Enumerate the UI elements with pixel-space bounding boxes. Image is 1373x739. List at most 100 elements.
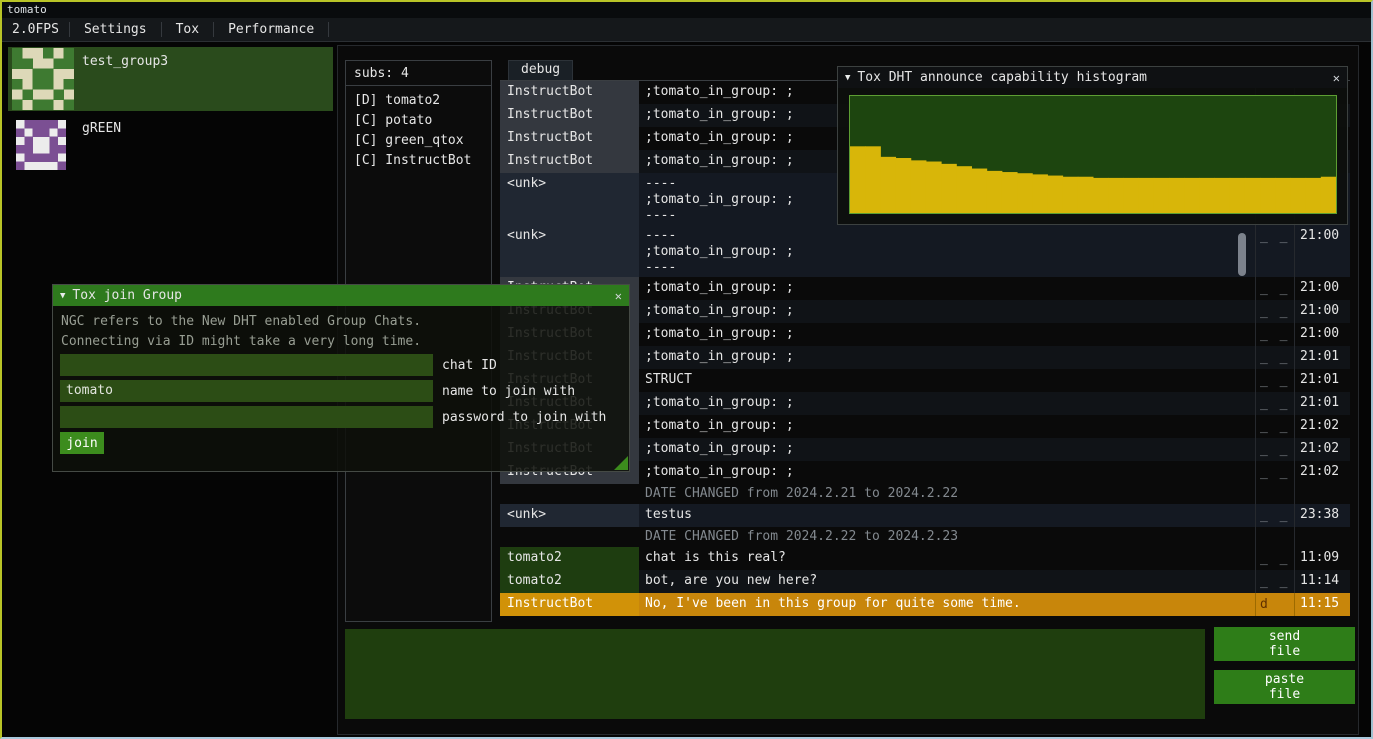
message-sender: InstructBot bbox=[500, 81, 639, 104]
group-name: test_group3 bbox=[82, 54, 168, 69]
menubar: 2.0FPS Settings Tox Performance bbox=[2, 18, 1371, 42]
chat-id-input[interactable] bbox=[60, 354, 433, 376]
message-text: ;tomato_in_group: ; bbox=[639, 323, 1255, 346]
menu-settings[interactable]: Settings bbox=[70, 18, 161, 41]
member-list-item[interactable]: [D] tomato2 bbox=[346, 91, 491, 111]
menu-tox[interactable]: Tox bbox=[162, 18, 213, 41]
message-sender: tomato2 bbox=[500, 547, 639, 570]
message-timestamp: 21:02 bbox=[1294, 461, 1350, 484]
menu-performance[interactable]: Performance bbox=[214, 18, 328, 41]
message-text: ;tomato_in_group: ; bbox=[639, 461, 1255, 484]
message-timestamp bbox=[1294, 527, 1350, 547]
tab-debug[interactable]: debug bbox=[508, 60, 573, 80]
message-text: No, I've been in this group for quite so… bbox=[639, 593, 1255, 616]
message-status-flags: _ _ bbox=[1255, 461, 1294, 484]
message-sender: InstructBot bbox=[500, 150, 639, 173]
message-status-flags: _ _ bbox=[1255, 504, 1294, 527]
message-status-flags: _ _ bbox=[1255, 300, 1294, 323]
join-description-line2: Connecting via ID might take a very long… bbox=[61, 334, 421, 349]
message-text: ;tomato_in_group: ; bbox=[639, 300, 1255, 323]
message-input[interactable] bbox=[345, 629, 1205, 719]
member-list: [D] tomato2[C] potato[C] green_qtox[C] I… bbox=[346, 86, 491, 176]
message-sender: tomato2 bbox=[500, 570, 639, 593]
join-button[interactable]: join bbox=[60, 432, 104, 454]
window-titlebar[interactable]: tomato bbox=[2, 2, 1371, 18]
message-text: ;tomato_in_group: ; bbox=[639, 346, 1255, 369]
window-title: tomato bbox=[7, 3, 47, 16]
histogram-chart bbox=[850, 96, 1336, 213]
app-window: tomato 2.0FPS Settings Tox Performance t… bbox=[0, 0, 1373, 739]
message-timestamp: 11:14 bbox=[1294, 570, 1350, 593]
message-text: testus bbox=[639, 504, 1255, 527]
message-timestamp: 21:00 bbox=[1294, 225, 1350, 277]
message-text: bot, are you new here? bbox=[639, 570, 1255, 593]
message-status-flags: _ _ bbox=[1255, 415, 1294, 438]
collapse-arrow-icon[interactable]: ▼ bbox=[845, 73, 850, 83]
message-timestamp: 21:00 bbox=[1294, 277, 1350, 300]
histogram-window: ▼ Tox DHT announce capability histogram … bbox=[837, 66, 1348, 225]
message-text: ;tomato_in_group: ; bbox=[639, 415, 1255, 438]
member-list-item[interactable]: [C] InstructBot bbox=[346, 151, 491, 171]
members-header: subs: 4 bbox=[346, 61, 491, 86]
member-list-item[interactable]: [C] green_qtox bbox=[346, 131, 491, 151]
message-status-flags bbox=[1255, 484, 1294, 504]
message-sender: InstructBot bbox=[500, 104, 639, 127]
close-icon[interactable]: ✕ bbox=[1333, 71, 1340, 85]
message-timestamp: 21:00 bbox=[1294, 300, 1350, 323]
resize-grip[interactable] bbox=[614, 456, 628, 470]
message-text: ;tomato_in_group: ; bbox=[639, 277, 1255, 300]
join-name-input[interactable]: tomato bbox=[60, 380, 433, 402]
group-avatar bbox=[12, 48, 74, 110]
message-timestamp: 23:38 bbox=[1294, 504, 1350, 527]
chat-message-row[interactable]: <unk> testus _ _ 23:38 bbox=[500, 504, 1350, 527]
histogram-window-titlebar[interactable]: ▼ Tox DHT announce capability histogram … bbox=[838, 67, 1347, 88]
join-password-label: password to join with bbox=[442, 410, 606, 425]
chat-message-row[interactable]: InstructBot No, I've been in this group … bbox=[500, 593, 1350, 616]
group-list-item[interactable]: test_group3 bbox=[8, 47, 333, 111]
message-timestamp: 21:02 bbox=[1294, 438, 1350, 461]
message-text: ;tomato_in_group: ; bbox=[639, 438, 1255, 461]
collapse-arrow-icon[interactable]: ▼ bbox=[60, 291, 65, 301]
message-sender: <unk> bbox=[500, 504, 639, 527]
close-icon[interactable]: ✕ bbox=[615, 289, 622, 303]
chat-message-row[interactable]: tomato2 chat is this real? _ _ 11:09 bbox=[500, 547, 1350, 570]
member-list-item[interactable]: [C] potato bbox=[346, 111, 491, 131]
join-field-row: chat ID bbox=[60, 354, 497, 376]
join-window-titlebar[interactable]: ▼ Tox join Group ✕ bbox=[53, 285, 629, 306]
message-text: chat is this real? bbox=[639, 547, 1255, 570]
paste-file-button[interactable]: paste file bbox=[1214, 670, 1355, 704]
join-field-row: password to join with bbox=[60, 406, 606, 428]
message-status-flags: _ _ bbox=[1255, 277, 1294, 300]
message-sender: <unk> bbox=[500, 225, 639, 277]
message-status-flags: _ _ bbox=[1255, 225, 1294, 277]
histogram-plot bbox=[849, 95, 1337, 214]
group-list-item[interactable]: gREEN bbox=[8, 114, 333, 174]
chat-message-row[interactable]: tomato2 bot, are you new here? _ _ 11:14 bbox=[500, 570, 1350, 593]
chat-scrollbar[interactable] bbox=[1238, 233, 1246, 276]
join-name-label: name to join with bbox=[442, 384, 575, 399]
menu-separator bbox=[328, 22, 329, 37]
message-text: ;tomato_in_group: ; bbox=[639, 392, 1255, 415]
join-window-title: Tox join Group bbox=[72, 288, 182, 303]
message-timestamp: 21:00 bbox=[1294, 323, 1350, 346]
message-text: DATE CHANGED from 2024.2.21 to 2024.2.22 bbox=[639, 484, 1255, 504]
message-timestamp: 21:01 bbox=[1294, 369, 1350, 392]
fps-counter: 2.0FPS bbox=[2, 18, 69, 41]
chat-message-row[interactable]: DATE CHANGED from 2024.2.21 to 2024.2.22 bbox=[500, 484, 1350, 504]
message-timestamp: 11:15 bbox=[1294, 593, 1350, 616]
send-file-button[interactable]: send file bbox=[1214, 627, 1355, 661]
join-password-input[interactable] bbox=[60, 406, 433, 428]
message-text: ---- ;tomato_in_group: ; ---- bbox=[639, 225, 1255, 277]
message-status-flags: _ _ bbox=[1255, 438, 1294, 461]
message-status-flags: _ _ bbox=[1255, 346, 1294, 369]
message-status-flags: _ _ bbox=[1255, 369, 1294, 392]
join-group-window: ▼ Tox join Group ✕ NGC refers to the New… bbox=[52, 284, 630, 472]
message-timestamp bbox=[1294, 484, 1350, 504]
message-sender: InstructBot bbox=[500, 127, 639, 150]
message-status-flags: d bbox=[1255, 593, 1294, 616]
chat-message-row[interactable]: DATE CHANGED from 2024.2.22 to 2024.2.23 bbox=[500, 527, 1350, 547]
chat-id-label: chat ID bbox=[442, 358, 497, 373]
message-status-flags: _ _ bbox=[1255, 323, 1294, 346]
message-status-flags bbox=[1255, 527, 1294, 547]
chat-message-row[interactable]: <unk> ---- ;tomato_in_group: ; ---- _ _ … bbox=[500, 225, 1350, 277]
